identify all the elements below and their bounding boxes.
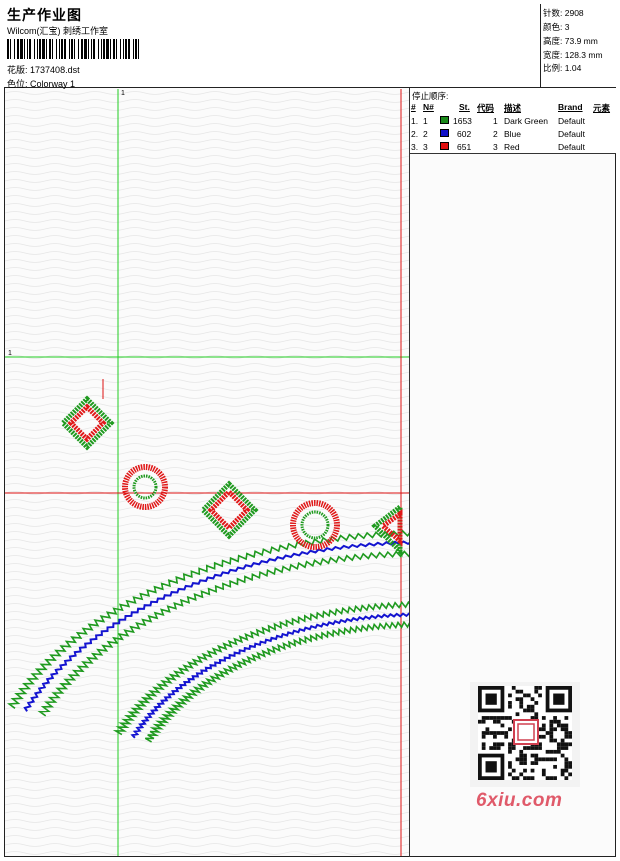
barcode — [7, 39, 139, 59]
axis-label-top: 1 — [121, 90, 125, 97]
col-header-num: # — [411, 102, 416, 112]
colorway-value: Colorway 1 — [30, 79, 76, 89]
header-info: 生产作业图 Wilcom(汇宝) 刺绣工作室 花版: 1737408.dst 色… — [4, 4, 541, 89]
row-3-stitches: 651 — [457, 142, 472, 152]
row-3-desc: Red — [504, 142, 520, 152]
row-1-code: 1 — [493, 116, 498, 126]
design-file-row: 花版: 1737408.dst — [7, 63, 80, 76]
row-1-n: 1 — [423, 116, 428, 126]
design-value: 1737408.dst — [30, 65, 80, 75]
col-header-stitches: St. — [459, 102, 470, 112]
stitch-count: 针数: 2908 — [543, 8, 584, 18]
vertical-divider — [409, 88, 410, 857]
col-header-element: 元素 — [593, 103, 611, 113]
row-3-n: 3 — [423, 142, 428, 152]
row-3-code: 3 — [493, 142, 498, 152]
row-1-stitches: 1653 — [453, 116, 472, 126]
company-name: Wilcom(汇宝) 刺绣工作室 — [7, 26, 108, 36]
canvas-background — [5, 89, 409, 856]
col-header-desc: 描述 — [504, 103, 522, 113]
row-2-num: 2. — [411, 129, 419, 139]
axis-label-left: 1 — [8, 350, 12, 357]
row-3-num: 3. — [411, 142, 419, 152]
row-2-stitches: 602 — [457, 129, 472, 139]
row-1-num: 1. — [411, 116, 419, 126]
design-stats: 针数: 2908 颜色: 3 高度: 73.9 mm 宽度: 128.3 mm … — [541, 4, 616, 88]
row-2-color-swatch — [440, 129, 449, 137]
row-1-desc: Dark Green — [504, 116, 548, 126]
design-scale: 比例: 1.04 — [543, 63, 582, 73]
qr-code — [470, 682, 580, 787]
row-2-code: 2 — [493, 129, 498, 139]
row-3-brand: Default — [558, 142, 585, 152]
stop-sequence-title: 停止顺序: — [412, 91, 449, 101]
col-header-brand: Brand — [558, 102, 583, 112]
design-height: 高度: 73.9 mm — [543, 36, 598, 46]
row-1-color-swatch — [440, 116, 449, 124]
row-2-brand: Default — [558, 129, 585, 139]
design-width: 宽度: 128.3 mm — [543, 50, 603, 60]
design-label: 花版: — [7, 65, 28, 75]
color-count: 颜色: 3 — [543, 22, 570, 32]
colorway-label: 色位: — [7, 79, 28, 89]
row-3-color-swatch — [440, 142, 449, 150]
row-1-brand: Default — [558, 116, 585, 126]
col-header-code: 代码 — [477, 103, 495, 113]
watermark-logo: 6xiu.com — [476, 790, 563, 811]
col-header-n: N# — [423, 102, 434, 112]
embroidery-preview: 1 1 — [5, 89, 409, 856]
row-2-desc: Blue — [504, 129, 522, 139]
page-title: 生产作业图 — [7, 7, 82, 23]
stop-sequence-table: 停止顺序: # N# St. 代码 描述 Brand 元素 1. 1 1653 … — [410, 88, 616, 154]
row-2-n: 2 — [423, 129, 428, 139]
